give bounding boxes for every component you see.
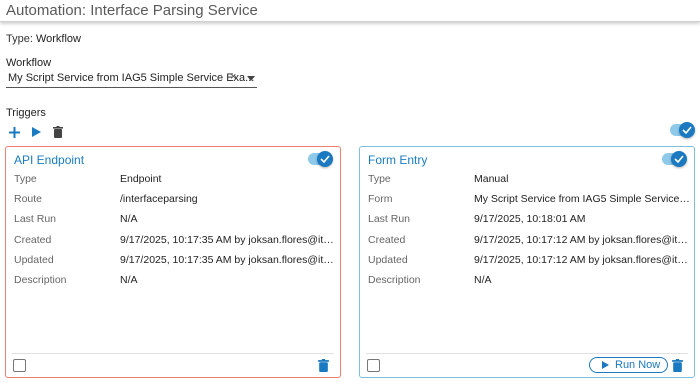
field-row-updated: Updated 9/17/2025, 10:17:12 AM by joksan… xyxy=(368,254,692,268)
trigger-card-form-entry: Form Entry Type Manual Form My Script Se… xyxy=(359,146,695,378)
play-icon[interactable] xyxy=(30,124,44,140)
field-value: N/A xyxy=(474,274,492,286)
chevron-down-icon[interactable] xyxy=(247,76,255,81)
card-enable-toggle[interactable] xyxy=(308,151,333,167)
triggers-master-toggle[interactable] xyxy=(670,122,695,138)
field-row-type: Type Endpoint xyxy=(14,173,336,187)
card-divider xyxy=(366,353,688,354)
field-row-description: Description N/A xyxy=(368,274,690,288)
field-key: Updated xyxy=(368,254,408,266)
field-row-last-run: Last Run 9/17/2025, 10:18:01 AM xyxy=(368,213,690,227)
page-header: Automation: Interface Parsing Service xyxy=(0,0,700,22)
field-value: 9/17/2025, 10:17:35 AM by joksan.flores@… xyxy=(120,234,338,246)
field-value: 9/17/2025, 10:17:12 AM by joksan.flores@… xyxy=(474,254,692,266)
field-row-created: Created 9/17/2025, 10:17:35 AM by joksan… xyxy=(14,234,338,248)
toggle-check-icon xyxy=(317,151,333,167)
play-icon xyxy=(602,361,609,369)
type-label: Type: xyxy=(6,33,33,45)
field-row-type: Type Manual xyxy=(368,173,690,187)
run-now-label: Run Now xyxy=(615,359,661,371)
field-key: Created xyxy=(14,234,52,246)
page-title: Automation: Interface Parsing Service xyxy=(6,2,258,19)
field-value: Endpoint xyxy=(120,173,162,185)
field-value: /interfaceparsing xyxy=(120,193,198,205)
field-key: Type xyxy=(368,173,391,185)
field-value: 9/17/2025, 10:17:12 AM by joksan.flores@… xyxy=(474,234,692,246)
field-key: Type xyxy=(14,173,37,185)
field-row-description: Description N/A xyxy=(14,274,336,288)
workflow-select[interactable]: My Script Service from IAG5 Simple Servi… xyxy=(6,70,257,88)
field-row-form: Form My Script Service from IAG5 Simple … xyxy=(368,193,692,207)
field-value: My Script Service from IAG5 Simple Servi… xyxy=(474,193,692,205)
field-key: Last Run xyxy=(368,213,411,225)
run-now-button[interactable]: Run Now xyxy=(589,357,668,373)
toggle-check-icon xyxy=(671,151,687,167)
field-key: Route xyxy=(14,193,43,205)
field-row-last-run: Last Run N/A xyxy=(14,213,336,227)
field-row-route: Route /interfaceparsing xyxy=(14,193,336,207)
field-key: Updated xyxy=(14,254,54,266)
field-key: Created xyxy=(368,234,406,246)
card-enable-toggle[interactable] xyxy=(662,151,687,167)
workflow-selected-value: My Script Service from IAG5 Simple Servi… xyxy=(8,72,255,84)
trash-icon[interactable] xyxy=(52,124,66,140)
field-key: Description xyxy=(14,274,67,286)
field-row-created: Created 9/17/2025, 10:17:12 AM by joksan… xyxy=(368,234,692,248)
type-value: Workflow xyxy=(35,33,81,45)
field-row-updated: Updated 9/17/2025, 10:17:35 AM by joksan… xyxy=(14,254,338,268)
workflow-label: Workflow xyxy=(6,57,52,69)
trash-icon[interactable] xyxy=(672,359,683,372)
field-key: Last Run xyxy=(14,213,57,225)
toggle-check-icon xyxy=(679,122,695,138)
field-value: 9/17/2025, 10:17:35 AM by joksan.flores@… xyxy=(120,254,338,266)
card-divider xyxy=(12,353,334,354)
field-value: Manual xyxy=(474,173,509,185)
triggers-label: Triggers xyxy=(6,107,46,119)
field-key: Description xyxy=(368,274,421,286)
field-value: 9/17/2025, 10:18:01 AM xyxy=(474,213,586,225)
add-icon[interactable] xyxy=(8,124,22,140)
select-checkbox[interactable] xyxy=(13,359,26,372)
trash-icon[interactable] xyxy=(318,359,329,372)
type-line: Type: Workflow xyxy=(6,33,81,45)
field-value: N/A xyxy=(120,213,138,225)
trigger-card-api-endpoint: API Endpoint Type Endpoint Route /interf… xyxy=(5,146,341,378)
clear-icon[interactable]: × xyxy=(230,71,236,83)
field-key: Form xyxy=(368,193,393,205)
field-value: N/A xyxy=(120,274,138,286)
select-checkbox[interactable] xyxy=(367,359,380,372)
card-title: API Endpoint xyxy=(14,153,85,167)
card-title: Form Entry xyxy=(368,153,428,167)
